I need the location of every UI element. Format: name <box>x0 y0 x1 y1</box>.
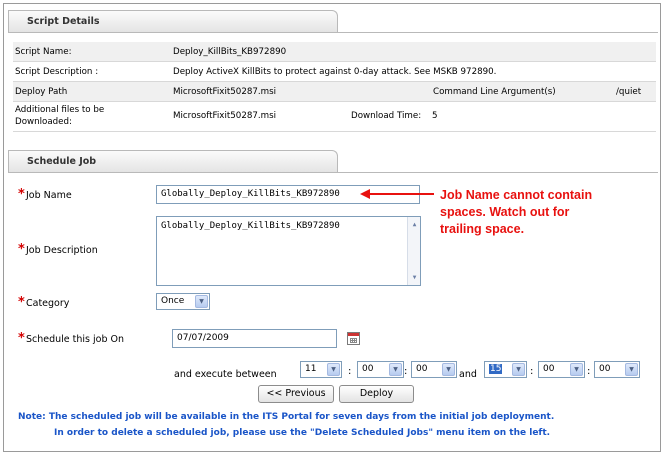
start-hour-value: 11 <box>305 364 317 374</box>
annotation-line-2: spaces. Watch out for <box>440 205 570 219</box>
job-description-text: Globally_Deploy_KillBits_KB972890 <box>161 221 340 231</box>
deploy-path-row: Deploy Path MicrosoftFixit50287.msi Comm… <box>13 82 656 102</box>
scroll-down-icon[interactable]: ▼ <box>410 273 419 282</box>
textarea-scrollbar[interactable]: ▲ ▼ <box>407 217 420 285</box>
category-value: Once <box>161 296 185 306</box>
script-details-tab: Script Details <box>8 10 338 32</box>
annotation-callout: Job Name cannot contain spaces. Watch ou… <box>440 187 640 238</box>
note-line-2: In order to delete a scheduled job, plea… <box>54 428 551 438</box>
additional-files-label-1: Additional files to be <box>15 105 105 115</box>
end-second-select[interactable]: 00 ▼ <box>594 361 640 378</box>
end-minute-value: 00 <box>543 364 555 374</box>
script-details-divider <box>8 32 658 33</box>
script-description-row: Script Description : Deploy ActiveX Kill… <box>13 62 656 82</box>
annotation-line-3: trailing space. <box>440 222 525 236</box>
download-time-value: 5 <box>432 111 438 121</box>
time-separator: : <box>348 366 352 377</box>
end-second-value: 00 <box>599 364 611 374</box>
chevron-down-icon[interactable]: ▼ <box>570 363 583 376</box>
deploy-button[interactable]: Deploy <box>339 385 414 403</box>
command-line-value: /quiet <box>616 87 642 97</box>
red-arrow-icon <box>360 189 434 199</box>
deploy-path-label: Deploy Path <box>15 87 68 97</box>
time-separator: : <box>404 366 408 377</box>
additional-files-row: Additional files to be Downloaded: Micro… <box>13 102 656 132</box>
category-select[interactable]: Once ▼ <box>156 293 210 310</box>
time-separator: : <box>530 366 534 377</box>
schedule-job-title: Schedule Job <box>27 156 97 167</box>
start-hour-select[interactable]: 11 ▼ <box>300 361 342 378</box>
end-hour-select[interactable]: 15 ▼ <box>484 361 527 378</box>
previous-button[interactable]: << Previous <box>258 385 334 403</box>
required-marker: * <box>18 187 25 202</box>
calendar-icon[interactable] <box>347 332 360 345</box>
chevron-down-icon[interactable]: ▼ <box>625 363 638 376</box>
job-description-textarea[interactable]: Globally_Deploy_KillBits_KB972890 ▲ ▼ <box>156 216 421 286</box>
chevron-down-icon[interactable]: ▼ <box>442 363 455 376</box>
additional-files-value: MicrosoftFixit50287.msi <box>173 111 277 121</box>
script-name-label: Script Name: <box>15 47 72 57</box>
script-description-label: Script Description : <box>15 67 99 77</box>
start-minute-value: 00 <box>362 364 374 374</box>
additional-files-label-2: Downloaded: <box>15 117 72 127</box>
script-name-row: Script Name: Deploy_KillBits_KB972890 <box>13 42 656 62</box>
note-line-1: Note: The scheduled job will be availabl… <box>18 412 555 422</box>
and-label: and <box>459 369 477 380</box>
annotation-line-1: Job Name cannot contain <box>440 188 593 202</box>
chevron-down-icon[interactable]: ▼ <box>195 295 208 308</box>
start-second-select[interactable]: 00 ▼ <box>411 361 457 378</box>
script-description-value: Deploy ActiveX KillBits to protect again… <box>173 67 497 77</box>
schedule-on-label: Schedule this job On <box>26 334 125 345</box>
script-name-value: Deploy_KillBits_KB972890 <box>173 47 287 57</box>
scroll-up-icon[interactable]: ▲ <box>410 220 419 229</box>
start-minute-select[interactable]: 00 ▼ <box>357 361 404 378</box>
end-hour-value: 15 <box>489 364 503 374</box>
deploy-path-value: MicrosoftFixit50287.msi <box>173 87 277 97</box>
time-separator: : <box>587 366 591 377</box>
chevron-down-icon[interactable]: ▼ <box>327 363 340 376</box>
schedule-job-divider <box>8 172 658 173</box>
schedule-job-tab: Schedule Job <box>8 150 338 172</box>
chevron-down-icon[interactable]: ▼ <box>512 363 525 376</box>
execute-between-label: and execute between <box>174 369 277 380</box>
category-label: Category <box>26 298 70 309</box>
end-minute-select[interactable]: 00 ▼ <box>538 361 585 378</box>
start-second-value: 00 <box>416 364 428 374</box>
download-time-label: Download Time: <box>351 111 422 121</box>
script-details-title: Script Details <box>27 16 100 27</box>
required-marker: * <box>18 242 25 257</box>
schedule-date-input[interactable]: 07/07/2009 <box>172 329 337 348</box>
required-marker: * <box>18 295 25 310</box>
chevron-down-icon[interactable]: ▼ <box>389 363 402 376</box>
job-description-label: Job Description <box>26 245 98 256</box>
job-name-label: Job Name <box>26 190 72 201</box>
command-line-label: Command Line Argument(s) <box>433 87 556 97</box>
required-marker: * <box>18 331 25 346</box>
